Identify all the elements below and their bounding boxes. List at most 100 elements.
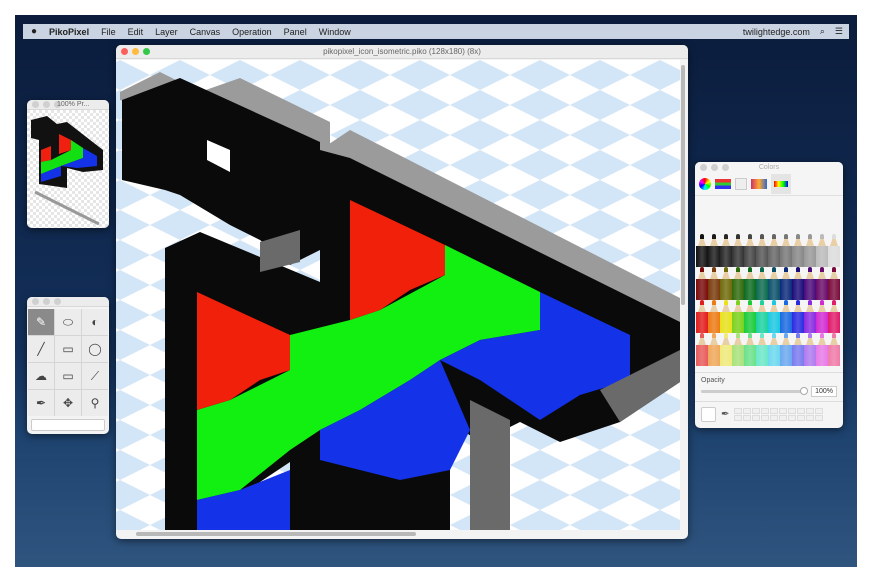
empty-swatch[interactable] — [752, 408, 761, 414]
pencil-swatch[interactable] — [816, 267, 828, 300]
pencil-swatch[interactable] — [708, 333, 720, 366]
pencil-swatch[interactable] — [696, 300, 708, 333]
pencil-swatch[interactable] — [756, 234, 768, 267]
pencil-swatch[interactable] — [720, 333, 732, 366]
pencil-swatch[interactable] — [816, 333, 828, 366]
pencil-swatch[interactable] — [732, 300, 744, 333]
zoom-button[interactable] — [722, 163, 729, 171]
minimize-button[interactable] — [711, 163, 718, 171]
pencil-swatch[interactable] — [792, 300, 804, 333]
pencil-swatch[interactable] — [744, 333, 756, 366]
pencil-swatch[interactable] — [780, 300, 792, 333]
pencil-swatch[interactable] — [804, 267, 816, 300]
pencil-swatch[interactable] — [732, 267, 744, 300]
colors-titlebar[interactable]: Colors — [695, 162, 843, 172]
menu-operation[interactable]: Operation — [232, 27, 272, 37]
pencil-swatch[interactable] — [720, 234, 732, 267]
pencil-swatch[interactable] — [696, 234, 708, 267]
pencil-swatch[interactable] — [804, 333, 816, 366]
opacity-value-field[interactable]: 100% — [811, 386, 837, 397]
empty-swatch[interactable] — [734, 408, 743, 414]
empty-swatch[interactable] — [806, 415, 815, 421]
pencil-swatch[interactable] — [756, 267, 768, 300]
color-sliders-tab-icon[interactable] — [715, 178, 731, 189]
empty-swatch[interactable] — [770, 408, 779, 414]
tool-move[interactable]: ✥ — [55, 390, 81, 416]
pencil-swatch[interactable] — [780, 333, 792, 366]
pencil-swatch[interactable] — [792, 267, 804, 300]
pencil-swatch[interactable] — [816, 234, 828, 267]
opacity-slider[interactable] — [701, 387, 809, 395]
pencil-swatch[interactable] — [744, 300, 756, 333]
image-palettes-tab-icon[interactable] — [751, 178, 767, 189]
pencil-swatch[interactable] — [768, 234, 780, 267]
pencil-swatch[interactable] — [792, 333, 804, 366]
close-button[interactable] — [32, 101, 39, 108]
zoom-button[interactable] — [54, 101, 61, 108]
opacity-slider-thumb[interactable] — [800, 387, 809, 395]
pencil-swatch[interactable] — [732, 333, 744, 366]
pencil-swatch[interactable] — [780, 267, 792, 300]
pencil-swatch[interactable] — [720, 267, 732, 300]
tool-rect-select[interactable]: ▭ — [55, 363, 81, 389]
pencil-swatch[interactable] — [744, 267, 756, 300]
current-color-well[interactable] — [701, 407, 716, 422]
minimize-button[interactable] — [43, 101, 50, 108]
pencil-swatch[interactable] — [720, 300, 732, 333]
pencil-swatch[interactable] — [780, 234, 792, 267]
preview-titlebar[interactable]: 100% Pr... — [27, 100, 109, 110]
crayons-tab-icon[interactable] — [771, 173, 791, 194]
empty-swatch[interactable] — [806, 408, 815, 414]
menu-window[interactable]: Window — [319, 27, 351, 37]
menu-canvas[interactable]: Canvas — [190, 27, 221, 37]
tool-line[interactable]: ╱ — [28, 336, 54, 362]
pencil-swatch[interactable] — [768, 267, 780, 300]
empty-swatch[interactable] — [734, 415, 743, 421]
empty-swatch[interactable] — [761, 408, 770, 414]
empty-swatch[interactable] — [770, 415, 779, 421]
pencil-swatch[interactable] — [708, 234, 720, 267]
color-palettes-tab-icon[interactable] — [735, 177, 747, 190]
empty-swatch[interactable] — [797, 408, 806, 414]
pencil-swatch[interactable] — [828, 300, 840, 333]
empty-swatch[interactable] — [752, 415, 761, 421]
pencil-swatch[interactable] — [816, 300, 828, 333]
pencil-swatch[interactable] — [696, 267, 708, 300]
close-button[interactable] — [700, 163, 707, 171]
spotlight-search-icon[interactable]: ⌕ — [820, 26, 825, 37]
zoom-button[interactable] — [54, 298, 61, 305]
pencil-swatch[interactable] — [804, 300, 816, 333]
menu-edit[interactable]: Edit — [128, 27, 144, 37]
empty-swatch[interactable] — [761, 415, 770, 421]
tool-eraser[interactable]: ⬭ — [55, 309, 81, 335]
empty-swatch[interactable] — [743, 408, 752, 414]
menu-panel[interactable]: Panel — [284, 27, 307, 37]
empty-swatch[interactable] — [797, 415, 806, 421]
pencil-swatch[interactable] — [828, 333, 840, 366]
empty-swatch[interactable] — [815, 408, 824, 414]
tool-magic-wand[interactable]: ⟋ — [82, 363, 108, 389]
tool-zoom[interactable]: ⚲ — [82, 390, 108, 416]
pencil-swatch[interactable] — [744, 234, 756, 267]
tool-freeform-select[interactable]: ☁ — [28, 363, 54, 389]
notification-list-icon[interactable]: ☰ — [835, 26, 843, 37]
menu-file[interactable]: File — [101, 27, 116, 37]
minimize-button[interactable] — [43, 298, 50, 305]
tool-eyedropper[interactable]: ✒ — [28, 390, 54, 416]
pencil-swatch[interactable] — [792, 234, 804, 267]
empty-swatch[interactable] — [779, 408, 788, 414]
horizontal-scrollbar[interactable] — [136, 532, 416, 536]
pencil-swatch[interactable] — [708, 267, 720, 300]
empty-swatch[interactable] — [788, 408, 797, 414]
pencil-swatch[interactable] — [732, 234, 744, 267]
zoom-button[interactable] — [143, 48, 150, 55]
apple-menu-icon[interactable]: ● — [31, 26, 37, 37]
empty-swatch[interactable] — [815, 415, 824, 421]
pencil-swatch[interactable] — [828, 234, 840, 267]
tool-fill-bucket[interactable]: ◐ — [82, 309, 108, 335]
canvas-window-titlebar[interactable]: pikopixel_icon_isometric.piko (128x180) … — [116, 45, 688, 59]
tools-titlebar[interactable] — [27, 297, 109, 307]
pencil-swatch[interactable] — [768, 300, 780, 333]
menu-layer[interactable]: Layer — [155, 27, 178, 37]
app-menu[interactable]: PikoPixel — [49, 27, 89, 37]
